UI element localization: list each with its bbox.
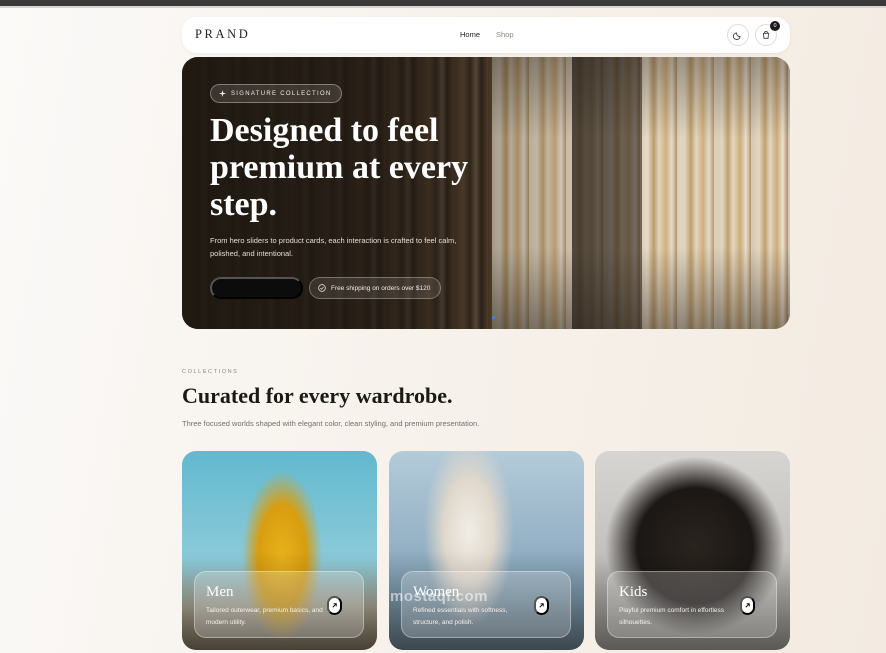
bag-icon [763,30,769,39]
sparkle-icon [219,90,226,97]
brand-logo[interactable]: PRAND [195,27,250,42]
cart-button[interactable]: 0 [755,21,780,46]
chip-label: SIGNATURE COLLECTION [231,90,332,97]
card-description: Playful premium comfort in effortless si… [619,607,724,626]
card-open-button[interactable] [740,596,755,615]
nav-link-home[interactable]: Home [460,30,480,39]
arrow-up-right-icon [745,603,750,608]
check-circle-icon [318,284,326,292]
section-eyebrow: COLLECTIONS [182,369,239,375]
watermark: mostaql.com [390,588,489,605]
card-description: Tailored outerwear, premium basics, and … [206,607,323,626]
nav-link-shop[interactable]: Shop [496,30,514,39]
collection-card-kids[interactable]: Kids Playful premium comfort in effortle… [595,451,790,650]
hero-title: Designed to feel premium at every step. [210,112,469,223]
collection-card-women[interactable]: Women Refined essentials with softness, … [389,451,584,650]
section-title: Curated for every wardrobe. [182,383,453,408]
browser-top-bar [0,0,886,8]
card-open-button[interactable] [534,596,549,615]
top-navigation: PRAND Home Shop 0 [182,17,790,53]
arrow-up-right-icon [332,603,337,608]
theme-toggle-button[interactable] [727,24,749,46]
slide-indicator[interactable] [492,316,495,319]
collection-card-men[interactable]: Men Tailored outerwear, premium basics, … [182,451,377,650]
card-info-panel: Kids Playful premium comfort in effortle… [607,571,777,638]
signature-collection-chip: SIGNATURE COLLECTION [210,84,342,103]
moon-icon [733,32,741,40]
hero-banner: SIGNATURE COLLECTION Designed to feel pr… [182,57,790,329]
free-shipping-badge: Free shipping on orders over $120 [309,277,442,299]
card-open-button[interactable] [327,596,342,615]
card-title: Kids [619,584,648,600]
shipping-text: Free shipping on orders over $120 [331,284,431,292]
arrow-up-right-icon [539,603,544,608]
hero-cta-button[interactable] [210,277,303,299]
hero-subtitle: From hero sliders to product cards, each… [210,236,457,258]
card-info-panel: Men Tailored outerwear, premium basics, … [194,571,364,638]
nav-links: Home Shop [460,30,514,39]
cart-count-badge: 0 [770,21,780,31]
card-title: Men [206,584,234,600]
card-description: Refined essentials with softness, struct… [413,607,508,626]
section-subtitle: Three focused worlds shaped with elegant… [182,419,480,428]
